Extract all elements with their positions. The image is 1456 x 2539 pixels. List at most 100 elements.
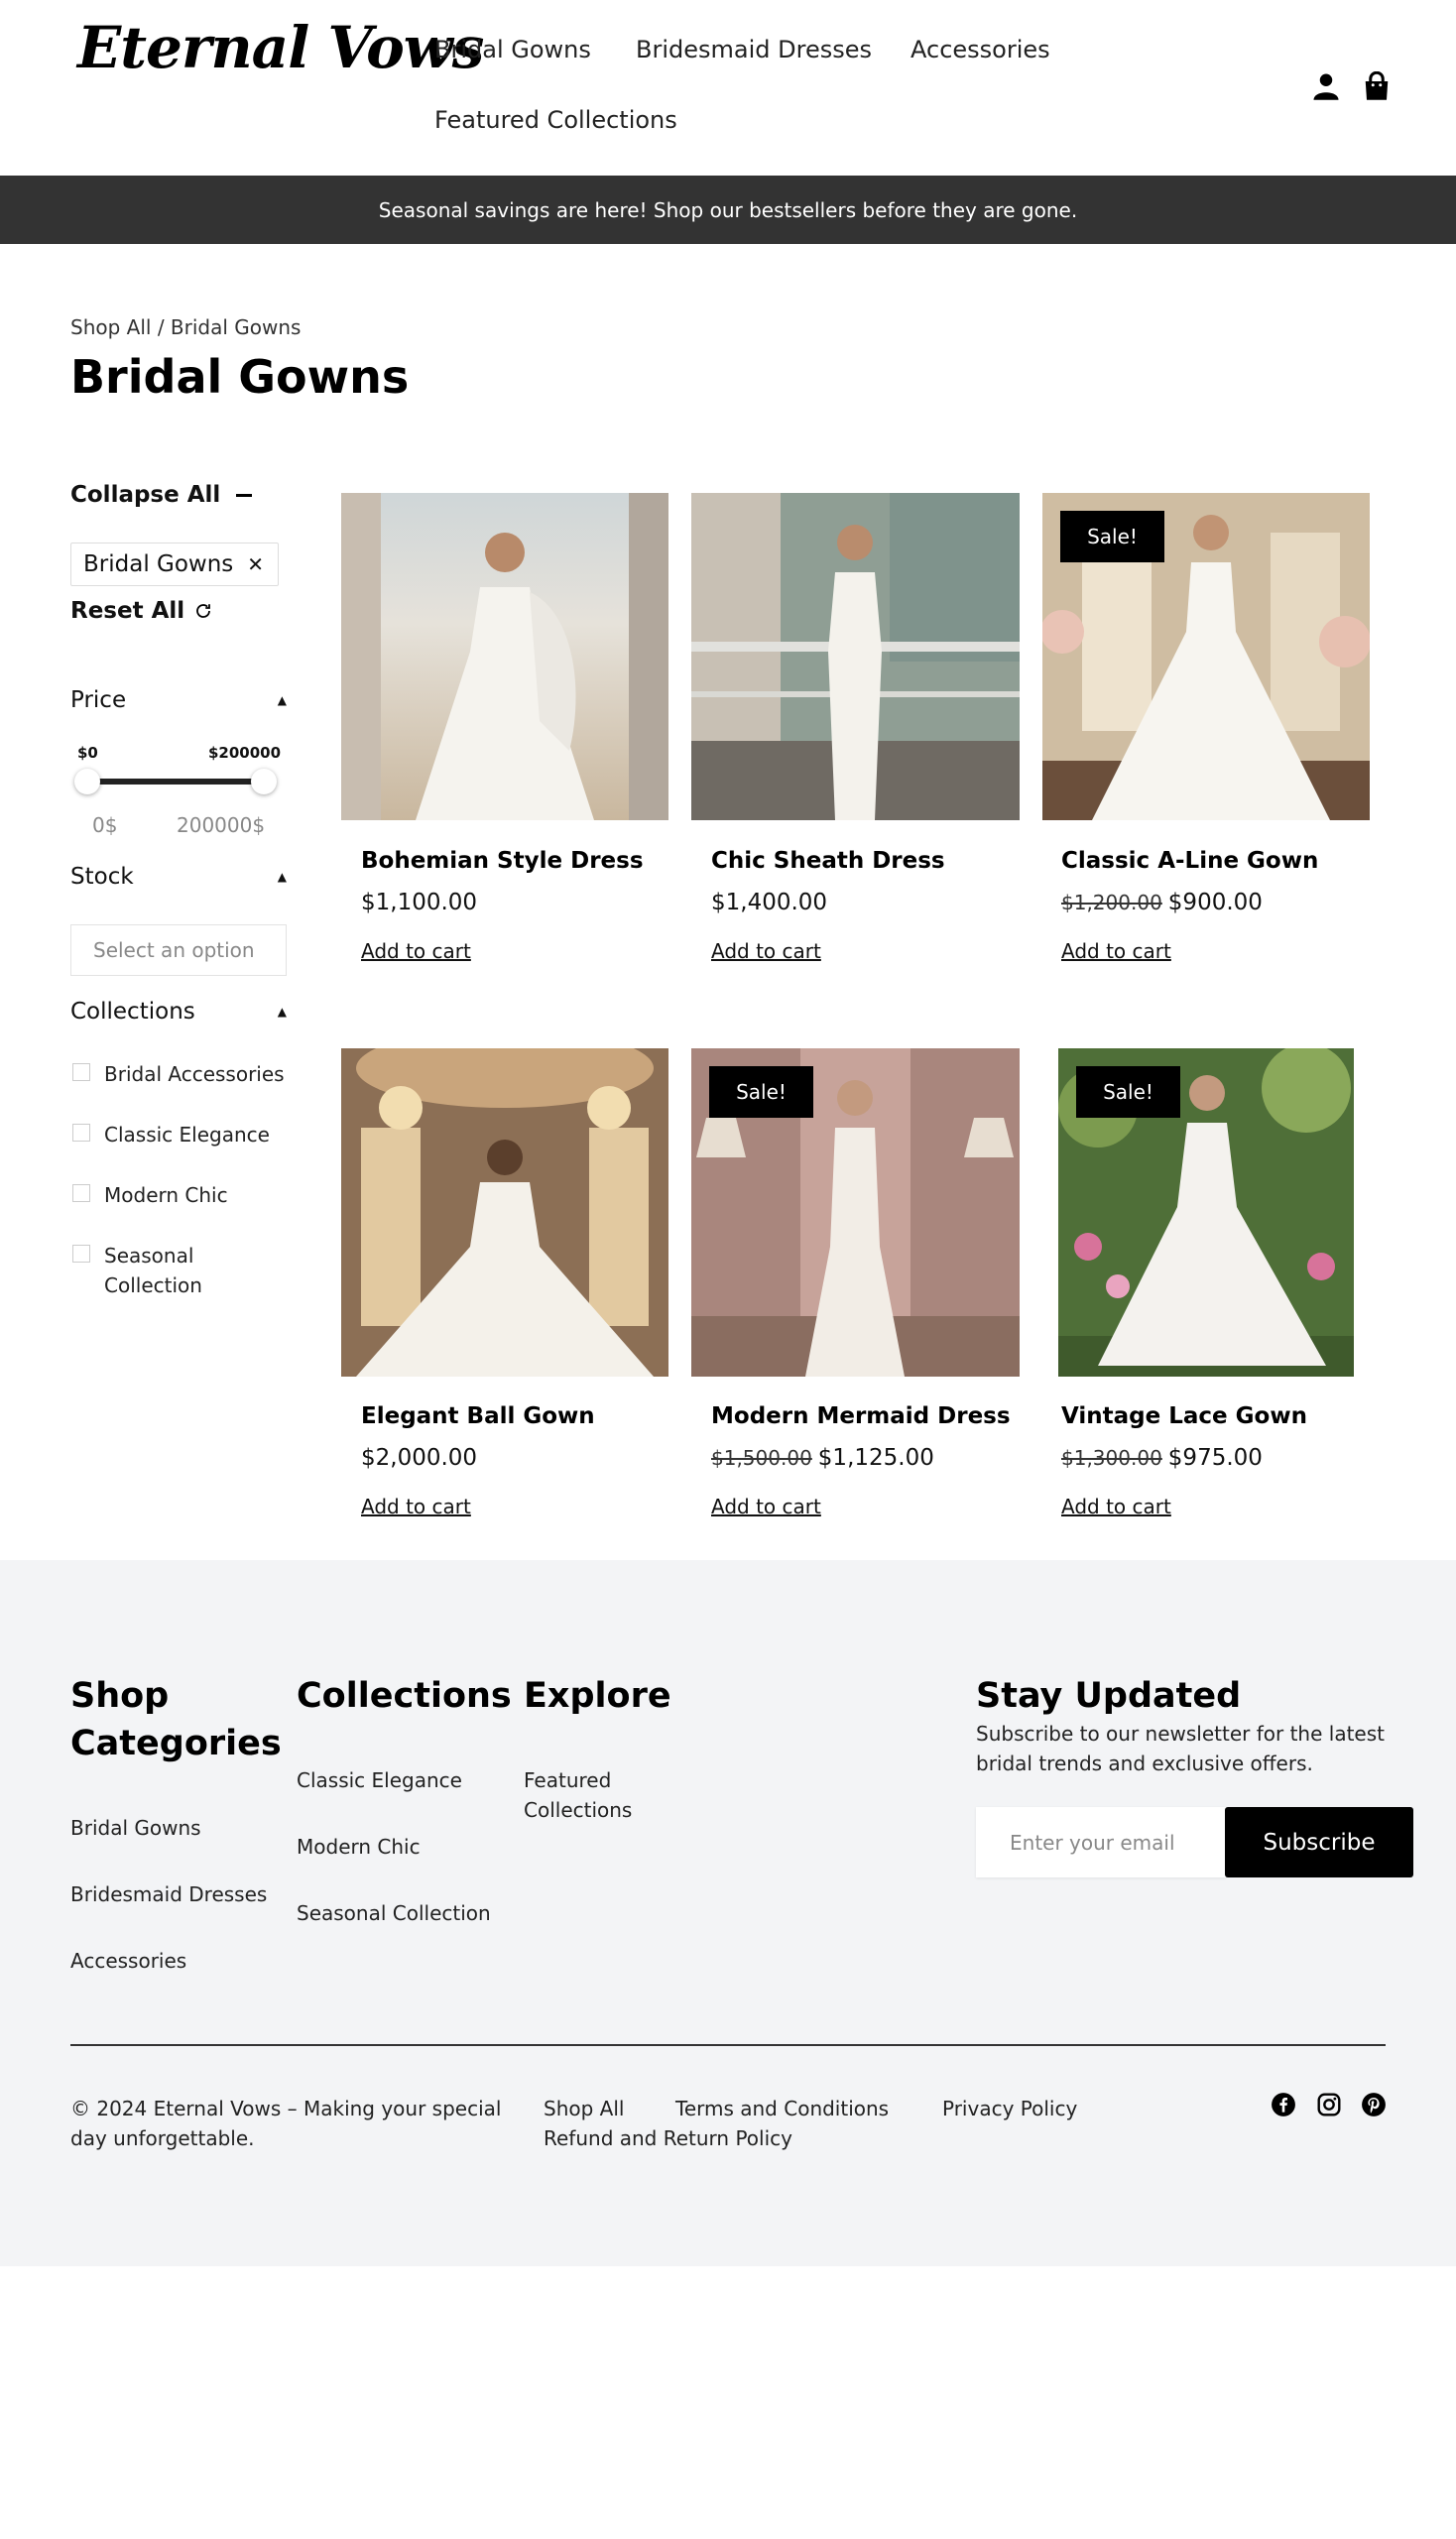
product-name[interactable]: Classic A-Line Gown xyxy=(1061,848,1318,874)
footer-link-featured-collections[interactable]: Featured Collections xyxy=(524,1765,663,1825)
filter-price-toggle[interactable]: Price ▲ xyxy=(70,687,287,713)
breadcrumb-current: Bridal Gowns xyxy=(170,315,302,339)
checkbox[interactable] xyxy=(72,1063,90,1081)
bag-icon[interactable] xyxy=(1362,71,1392,101)
price-slider-min-handle[interactable] xyxy=(74,769,100,794)
footer-bottom-link-refund[interactable]: Refund and Return Policy xyxy=(544,2123,792,2153)
instagram-icon[interactable] xyxy=(1316,2092,1342,2117)
collection-option-classic-elegance[interactable]: Classic Elegance xyxy=(72,1120,301,1149)
product-image-vintage-lace-gown[interactable]: Sale! xyxy=(1058,1048,1354,1377)
footer-link-bridal-gowns[interactable]: Bridal Gowns xyxy=(70,1813,201,1843)
nav-accessories[interactable]: Accessories xyxy=(910,36,1050,63)
stock-select-placeholder: Select an option xyxy=(93,938,255,962)
collapse-all-label: Collapse All xyxy=(70,482,221,508)
footer-bottom-link-shop-all[interactable]: Shop All xyxy=(544,2094,624,2123)
price-min-display: $0 xyxy=(77,744,98,762)
product-current-price: $900.00 xyxy=(1167,890,1263,915)
checkbox[interactable] xyxy=(72,1245,90,1263)
product-current-price: $1,125.00 xyxy=(817,1445,934,1471)
subscribe-button[interactable]: Subscribe xyxy=(1225,1807,1413,1877)
footer-bottom-link-terms[interactable]: Terms and Conditions xyxy=(675,2094,889,2123)
add-to-cart-button[interactable]: Add to cart xyxy=(711,939,821,963)
add-to-cart-button[interactable]: Add to cart xyxy=(361,939,471,963)
footer-heading-explore: Explore xyxy=(524,1676,671,1716)
product-price: $1,500.00 $1,125.00 xyxy=(711,1445,934,1471)
footer-heading-stay-updated: Stay Updated xyxy=(976,1676,1242,1716)
collapse-all-button[interactable]: Collapse All xyxy=(70,482,253,508)
promo-banner-text: Seasonal savings are here! Shop our best… xyxy=(378,197,1078,222)
footer-link-accessories[interactable]: Accessories xyxy=(70,1946,186,1976)
footer-bottom-link-privacy[interactable]: Privacy Policy xyxy=(942,2094,1077,2123)
nav-bridal-gowns[interactable]: Bridal Gowns xyxy=(434,36,591,63)
bride-photo xyxy=(341,1048,668,1377)
product-image-classic-a-line-gown[interactable]: Sale! xyxy=(1042,493,1370,820)
newsletter-email-input[interactable] xyxy=(976,1807,1226,1877)
site-logo[interactable]: Eternal Vows xyxy=(77,14,484,81)
product-name[interactable]: Elegant Ball Gown xyxy=(361,1403,595,1429)
reset-all-button[interactable]: Reset All xyxy=(70,598,212,624)
footer-heading-collections: Collections xyxy=(297,1676,512,1716)
add-to-cart-button[interactable]: Add to cart xyxy=(1061,1495,1171,1518)
footer-link-classic-elegance[interactable]: Classic Elegance xyxy=(297,1765,462,1795)
product-price: $2,000.00 xyxy=(361,1445,477,1471)
checkbox-label: Bridal Accessories xyxy=(104,1062,285,1086)
page-title: Bridal Gowns xyxy=(70,350,410,404)
price-slider-max-handle[interactable] xyxy=(251,769,277,794)
user-icon[interactable] xyxy=(1311,71,1341,101)
filter-stock-toggle[interactable]: Stock ▲ xyxy=(70,864,287,890)
product-image-elegant-ball-gown[interactable] xyxy=(341,1048,668,1377)
add-to-cart-button[interactable]: Add to cart xyxy=(711,1495,821,1518)
product-current-price: $1,400.00 xyxy=(711,890,828,915)
copyright-text: © 2024 Eternal Vows – Making your specia… xyxy=(70,2097,502,2150)
stock-select[interactable]: Select an option xyxy=(70,924,287,976)
newsletter-description: Subscribe to our newsletter for the late… xyxy=(976,1722,1385,1775)
product-image-modern-mermaid-dress[interactable]: Sale! xyxy=(691,1048,1020,1377)
refresh-icon xyxy=(196,604,211,618)
product-current-price: $1,100.00 xyxy=(361,890,478,915)
product-name[interactable]: Bohemian Style Dress xyxy=(361,848,644,874)
pinterest-icon[interactable] xyxy=(1361,2092,1387,2117)
checkbox-label: Modern Chic xyxy=(104,1183,228,1207)
product-old-price: $1,200.00 xyxy=(1061,891,1162,914)
filter-collections-toggle[interactable]: Collections ▲ xyxy=(70,999,287,1025)
product-old-price: $1,500.00 xyxy=(711,1446,812,1470)
product-old-price: $1,300.00 xyxy=(1061,1446,1162,1470)
sale-badge: Sale! xyxy=(709,1066,813,1118)
footer-link-bridesmaid-dresses[interactable]: Bridesmaid Dresses xyxy=(70,1879,267,1909)
product-price: $1,100.00 xyxy=(361,890,477,915)
filter-stock-label: Stock xyxy=(70,864,134,890)
product-image-chic-sheath-dress[interactable] xyxy=(691,493,1020,820)
close-icon[interactable]: ✕ xyxy=(247,552,264,576)
active-filter-chip[interactable]: Bridal Gowns ✕ xyxy=(70,543,280,586)
product-price: $1,300.00 $975.00 xyxy=(1061,1445,1263,1471)
collection-option-bridal-accessories[interactable]: Bridal Accessories xyxy=(72,1059,301,1089)
checkbox[interactable] xyxy=(72,1184,90,1202)
checkbox[interactable] xyxy=(72,1124,90,1142)
chevron-up-icon: ▲ xyxy=(277,870,287,884)
product-name[interactable]: Modern Mermaid Dress xyxy=(711,1403,1011,1429)
footer-link-seasonal-collection[interactable]: Seasonal Collection xyxy=(297,1898,491,1928)
product-price: $1,200.00 $900.00 xyxy=(1061,890,1263,915)
breadcrumb-shop-all[interactable]: Shop All xyxy=(70,315,151,339)
bride-photo xyxy=(341,493,668,820)
product-image-bohemian-style-dress[interactable] xyxy=(341,493,668,820)
price-slider-track[interactable] xyxy=(87,779,264,785)
site-header: Eternal Vows Bridal Gowns Bridesmaid Dre… xyxy=(0,0,1456,176)
product-name[interactable]: Vintage Lace Gown xyxy=(1061,1403,1307,1429)
product-current-price: $2,000.00 xyxy=(361,1445,478,1471)
nav-bridesmaid-dresses[interactable]: Bridesmaid Dresses xyxy=(636,36,872,63)
add-to-cart-button[interactable]: Add to cart xyxy=(1061,939,1171,963)
sale-badge: Sale! xyxy=(1076,1066,1180,1118)
minus-icon xyxy=(236,493,253,497)
footer-link-modern-chic[interactable]: Modern Chic xyxy=(297,1832,421,1862)
filter-collections-label: Collections xyxy=(70,999,195,1025)
product-current-price: $975.00 xyxy=(1167,1445,1263,1471)
collection-option-modern-chic[interactable]: Modern Chic xyxy=(72,1180,301,1210)
site-footer xyxy=(0,1560,1456,2266)
add-to-cart-button[interactable]: Add to cart xyxy=(361,1495,471,1518)
sale-badge: Sale! xyxy=(1060,511,1164,562)
product-name[interactable]: Chic Sheath Dress xyxy=(711,848,945,874)
nav-featured-collections[interactable]: Featured Collections xyxy=(434,106,677,134)
collection-option-seasonal-collection[interactable]: Seasonal Collection xyxy=(72,1241,261,1300)
facebook-icon[interactable] xyxy=(1271,2092,1296,2117)
